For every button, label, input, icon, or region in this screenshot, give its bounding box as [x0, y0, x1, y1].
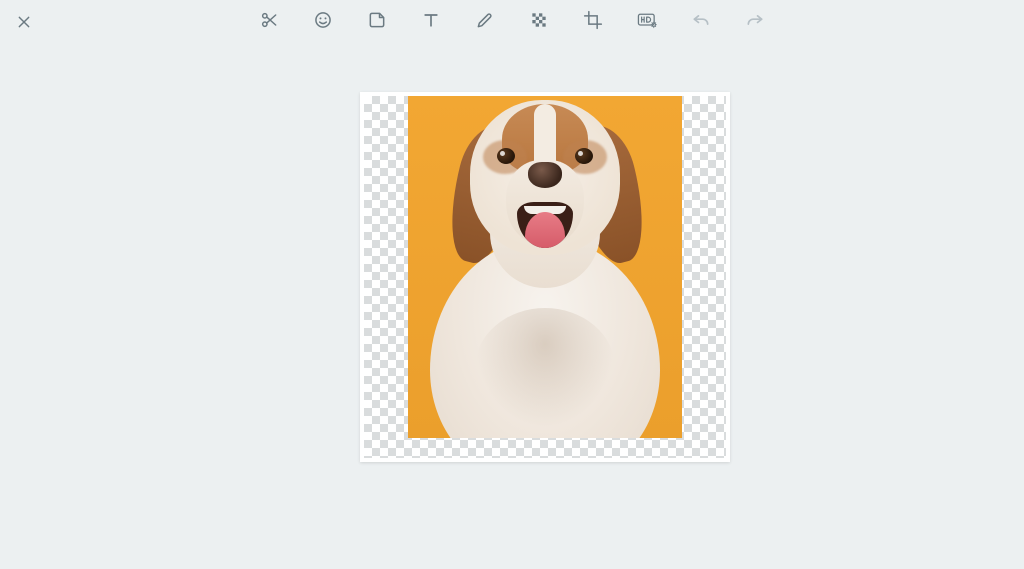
blur-tool[interactable] — [527, 8, 551, 32]
emoji-tool[interactable] — [311, 8, 335, 32]
close-button[interactable] — [12, 10, 36, 34]
quality-tool[interactable] — [635, 8, 659, 32]
redo-icon — [745, 10, 765, 30]
crop-icon — [583, 10, 603, 30]
undo-icon — [691, 10, 711, 30]
editor-canvas[interactable] — [360, 92, 730, 462]
toolbar — [257, 8, 767, 32]
smiley-icon — [313, 10, 333, 30]
undo-button[interactable] — [689, 8, 713, 32]
sticker-tool[interactable] — [365, 8, 389, 32]
cut-tool[interactable] — [257, 8, 281, 32]
photo-subject-dog — [408, 96, 682, 438]
scissors-icon — [259, 10, 279, 30]
pencil-icon — [475, 10, 495, 30]
draw-tool[interactable] — [473, 8, 497, 32]
text-tool[interactable] — [419, 8, 443, 32]
pixelate-icon — [529, 10, 549, 30]
photo-layer[interactable] — [408, 96, 682, 438]
editor-topbar — [0, 0, 1024, 44]
text-icon — [421, 10, 441, 30]
redo-button[interactable] — [743, 8, 767, 32]
sticker-icon — [367, 10, 387, 30]
close-icon — [16, 14, 32, 30]
crop-tool[interactable] — [581, 8, 605, 32]
hd-settings-icon — [637, 10, 657, 30]
